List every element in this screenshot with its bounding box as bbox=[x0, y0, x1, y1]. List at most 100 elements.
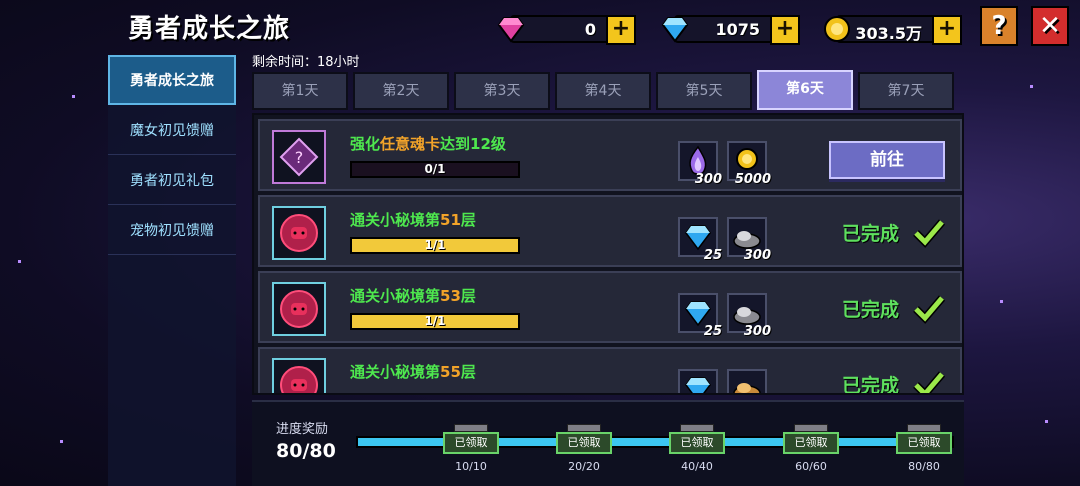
sidebar-item-hero-pack[interactable]: 勇者初见礼包 bbox=[108, 155, 236, 205]
task-title: 强化任意魂卡达到12级 bbox=[350, 133, 506, 154]
reward-slot[interactable] bbox=[727, 369, 767, 393]
sidebar-item-pet-gift[interactable]: 宠物初见馈赠 bbox=[108, 205, 236, 255]
remaining-time: 剩余时间：18小时 bbox=[252, 55, 360, 70]
task-title-text: 达到12级 bbox=[440, 135, 506, 153]
task-progress-bar: 0/1 bbox=[350, 161, 520, 178]
star-decoration bbox=[18, 260, 21, 263]
page-title: 勇者成长之旅 bbox=[128, 14, 291, 44]
tab-day-1[interactable]: 第1天 bbox=[252, 72, 348, 110]
reward-count: 300 bbox=[694, 172, 722, 187]
task-title: 通关小秘境第53层 bbox=[350, 285, 476, 306]
blue-diamond-icon bbox=[661, 17, 689, 43]
checkmark-icon bbox=[913, 219, 946, 248]
close-button[interactable]: ✕ bbox=[1031, 6, 1069, 46]
task-title-text: 通关小秘境第 bbox=[350, 363, 441, 381]
sidebar-item-hero-growth[interactable]: 勇者成长之旅 bbox=[108, 55, 236, 105]
completed-label: 已完成 bbox=[842, 375, 900, 395]
task-row: 通关小秘境第51层 1/1 25 300 已完成 bbox=[258, 195, 962, 267]
progress-reward-panel: 进度奖励 80/80 已领取 10/10 已领取 20/20 已领取 40/40… bbox=[252, 400, 964, 486]
task-row: ? 强化任意魂卡达到12级 0/1 300 5000 前往 bbox=[258, 119, 962, 191]
reward-slot[interactable]: 300 bbox=[727, 293, 771, 339]
chest-icon bbox=[680, 424, 714, 432]
completed-label: 已完成 bbox=[842, 299, 900, 321]
task-row: 通关小秘境第55层 已完成 bbox=[258, 347, 962, 395]
task-row: 通关小秘境第53层 1/1 25 300 已完成 bbox=[258, 271, 962, 343]
sidebar: 勇者成长之旅 魔女初见馈赠 勇者初见礼包 宠物初见馈赠 bbox=[108, 55, 236, 486]
secret-realm-icon bbox=[280, 366, 318, 393]
task-title-highlight: 53 bbox=[440, 287, 461, 305]
task-title-text: 通关小秘境第 bbox=[350, 211, 441, 229]
purple-gem-value: 0 bbox=[584, 20, 596, 39]
reward-slot[interactable]: 25 bbox=[678, 217, 722, 263]
reward-count: 300 bbox=[743, 248, 771, 263]
claimed-badge[interactable]: 已领取 bbox=[669, 432, 725, 454]
help-button[interactable]: ? bbox=[980, 6, 1018, 46]
task-title-highlight: 任意魂卡 bbox=[380, 135, 441, 153]
task-icon bbox=[272, 282, 326, 336]
completed-label: 已完成 bbox=[842, 223, 900, 245]
goto-button[interactable]: 前往 bbox=[829, 141, 945, 179]
task-title-highlight: 51 bbox=[440, 211, 461, 229]
tab-day-6[interactable]: 第6天 bbox=[757, 70, 853, 110]
tab-day-3[interactable]: 第3天 bbox=[454, 72, 550, 110]
reward-count: 5000 bbox=[734, 172, 771, 187]
task-progress-bar: 1/1 bbox=[350, 313, 520, 330]
reward-slot[interactable] bbox=[678, 369, 718, 393]
purple-gem-icon bbox=[497, 17, 525, 43]
star-decoration bbox=[1045, 420, 1048, 423]
currency-purple-gem: 0 + bbox=[497, 15, 636, 45]
sidebar-item-witch-gift[interactable]: 魔女初见馈赠 bbox=[108, 105, 236, 155]
task-icon bbox=[272, 206, 326, 260]
task-icon bbox=[272, 358, 326, 393]
chest-icon bbox=[907, 424, 941, 432]
tab-day-2[interactable]: 第2天 bbox=[353, 72, 449, 110]
milestone-value: 10/10 bbox=[455, 460, 487, 473]
task-title-text: 层 bbox=[460, 287, 476, 305]
task-title: 通关小秘境第55层 bbox=[350, 361, 476, 382]
gold-value: 303.5万 bbox=[855, 24, 922, 43]
reward-slot[interactable]: 300 bbox=[727, 217, 771, 263]
tab-day-4[interactable]: 第4天 bbox=[555, 72, 651, 110]
claimed-badge[interactable]: 已领取 bbox=[896, 432, 952, 454]
task-title-text: 层 bbox=[460, 363, 476, 381]
claimed-badge[interactable]: 已领取 bbox=[443, 432, 499, 454]
task-list[interactable]: ? 强化任意魂卡达到12级 0/1 300 5000 前往 通关小秘境第51层 … bbox=[252, 113, 964, 395]
reward-count: 300 bbox=[743, 324, 771, 339]
add-gold-button[interactable]: + bbox=[932, 15, 962, 45]
reward-count: 25 bbox=[703, 248, 722, 263]
claimed-badge[interactable]: 已领取 bbox=[783, 432, 839, 454]
star-decoration bbox=[1000, 300, 1003, 303]
tab-day-7[interactable]: 第7天 bbox=[858, 72, 954, 110]
secret-realm-icon bbox=[280, 290, 318, 328]
checkmark-icon bbox=[913, 295, 946, 324]
progress-text: 0/1 bbox=[424, 162, 446, 176]
reward-slot[interactable]: 25 bbox=[678, 293, 722, 339]
chest-icon bbox=[454, 424, 488, 432]
add-diamond-button[interactable]: + bbox=[770, 15, 800, 45]
progress-reward-value: 80/80 bbox=[276, 440, 336, 462]
progress-text: 1/1 bbox=[424, 238, 446, 252]
secret-realm-icon bbox=[280, 214, 318, 252]
blue-diamond-icon bbox=[685, 377, 711, 393]
checkmark-icon bbox=[913, 371, 946, 393]
reward-slot[interactable]: 5000 bbox=[727, 141, 771, 187]
gold-coin-icon bbox=[824, 16, 850, 42]
soul-card-icon: ? bbox=[279, 137, 319, 177]
reward-count: 25 bbox=[703, 324, 722, 339]
tab-day-5[interactable]: 第5天 bbox=[656, 72, 752, 110]
claimed-badge[interactable]: 已领取 bbox=[556, 432, 612, 454]
star-decoration bbox=[72, 95, 75, 98]
chest-icon bbox=[794, 424, 828, 432]
task-icon: ? bbox=[272, 130, 326, 184]
day-tabs: 第1天 第2天 第3天 第4天 第5天 第6天 第7天 bbox=[252, 70, 954, 110]
add-purple-gem-button[interactable]: + bbox=[606, 15, 636, 45]
task-title-highlight: 55 bbox=[440, 363, 461, 381]
star-decoration bbox=[1030, 85, 1033, 88]
task-title-text: 通关小秘境第 bbox=[350, 287, 441, 305]
gold-ore-icon bbox=[733, 383, 761, 393]
reward-slot[interactable]: 300 bbox=[678, 141, 722, 187]
currency-gold: 303.5万 + bbox=[824, 15, 962, 45]
progress-reward-label: 进度奖励 bbox=[276, 422, 329, 437]
task-title: 通关小秘境第51层 bbox=[350, 209, 476, 230]
progress-text: 1/1 bbox=[424, 314, 446, 328]
